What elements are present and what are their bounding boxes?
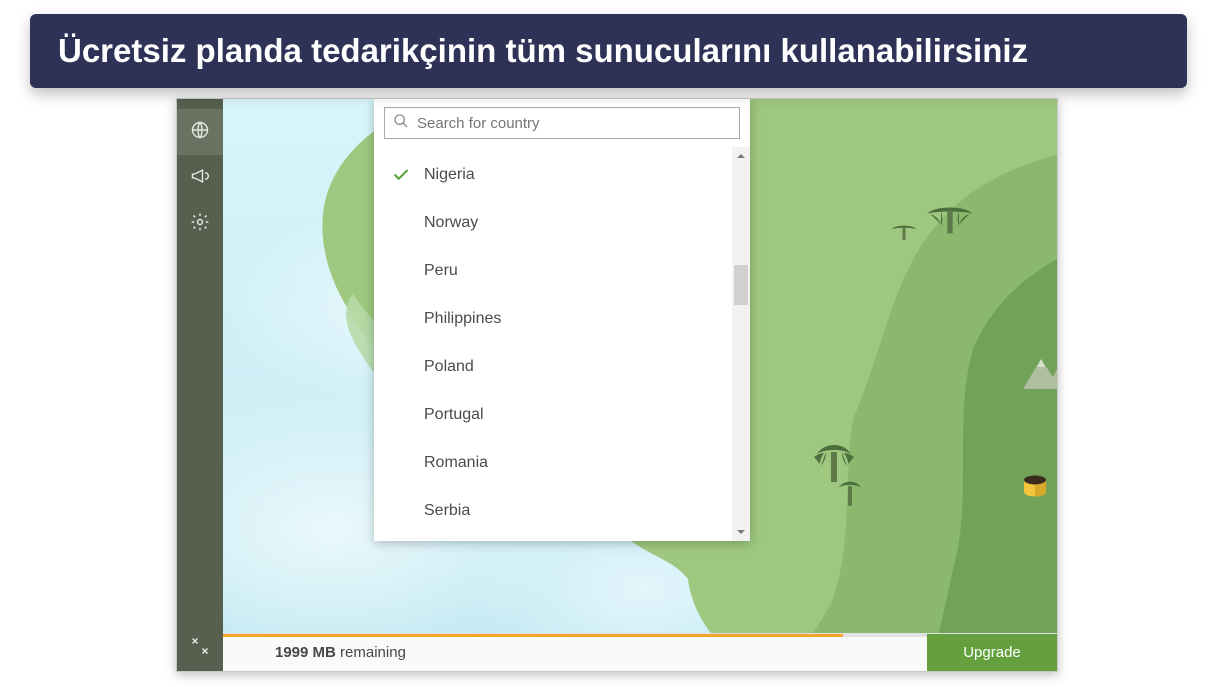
data-value: 1999 MB	[275, 644, 336, 661]
country-item[interactable]: Philippines	[374, 295, 732, 343]
search-input[interactable]	[417, 115, 731, 132]
announcement-icon	[190, 166, 210, 191]
check-icon	[392, 166, 410, 184]
sidebar-item-settings[interactable]	[177, 201, 223, 247]
search-field[interactable]	[384, 107, 740, 139]
country-label: Philippines	[424, 310, 501, 328]
scrollbar[interactable]	[732, 147, 750, 541]
progress-bar	[223, 634, 927, 637]
scroll-thumb[interactable]	[734, 265, 748, 305]
tree-icon	[835, 477, 865, 516]
sidebar-item-globe[interactable]	[177, 109, 223, 155]
country-list-area: Nigeria Norway Peru Philippines Poland P…	[374, 147, 750, 541]
location-marker[interactable]	[1021, 475, 1049, 499]
tree-icon	[923, 199, 977, 244]
mountain-icon	[1023, 349, 1057, 394]
country-item[interactable]: Portugal	[374, 391, 732, 439]
scroll-down-button[interactable]	[732, 523, 750, 541]
country-item[interactable]: Poland	[374, 343, 732, 391]
globe-icon	[190, 120, 210, 145]
tree-icon	[889, 219, 919, 250]
country-label: Portugal	[424, 406, 484, 424]
country-label: Romania	[424, 454, 488, 472]
sidebar-item-collapse[interactable]	[177, 625, 223, 671]
country-label: Serbia	[424, 502, 470, 520]
sidebar-item-announcements[interactable]	[177, 155, 223, 201]
country-item[interactable]: Serbia	[374, 487, 732, 535]
upgrade-button[interactable]: Upgrade	[927, 634, 1057, 671]
gear-icon	[190, 212, 210, 237]
country-item[interactable]: Nigeria	[374, 151, 732, 199]
country-list: Nigeria Norway Peru Philippines Poland P…	[374, 147, 732, 541]
promo-banner-text: Ücretsiz planda tedarikçinin tüm sunucul…	[58, 32, 1028, 69]
search-wrap	[374, 99, 750, 147]
scroll-up-button[interactable]	[732, 147, 750, 165]
country-dropdown: Nigeria Norway Peru Philippines Poland P…	[374, 99, 750, 541]
search-icon	[393, 113, 409, 134]
bottom-bar: 1999 MB remaining Upgrade	[223, 633, 1057, 671]
promo-banner: Ücretsiz planda tedarikçinin tüm sunucul…	[30, 14, 1187, 88]
country-label: Poland	[424, 358, 474, 376]
data-remaining: 1999 MB remaining	[223, 634, 927, 671]
collapse-icon	[190, 636, 210, 661]
country-label: Norway	[424, 214, 478, 232]
data-remaining-label: 1999 MB remaining	[223, 644, 406, 661]
country-item[interactable]: Romania	[374, 439, 732, 487]
scroll-track[interactable]	[732, 165, 750, 523]
upgrade-label: Upgrade	[963, 644, 1021, 661]
country-label: Peru	[424, 262, 458, 280]
app-window: Nigeria Norway Peru Philippines Poland P…	[176, 98, 1058, 672]
country-item[interactable]: Peru	[374, 247, 732, 295]
data-suffix: remaining	[340, 644, 406, 661]
country-item[interactable]: Norway	[374, 199, 732, 247]
country-label: Nigeria	[424, 166, 475, 184]
sidebar	[177, 99, 223, 671]
